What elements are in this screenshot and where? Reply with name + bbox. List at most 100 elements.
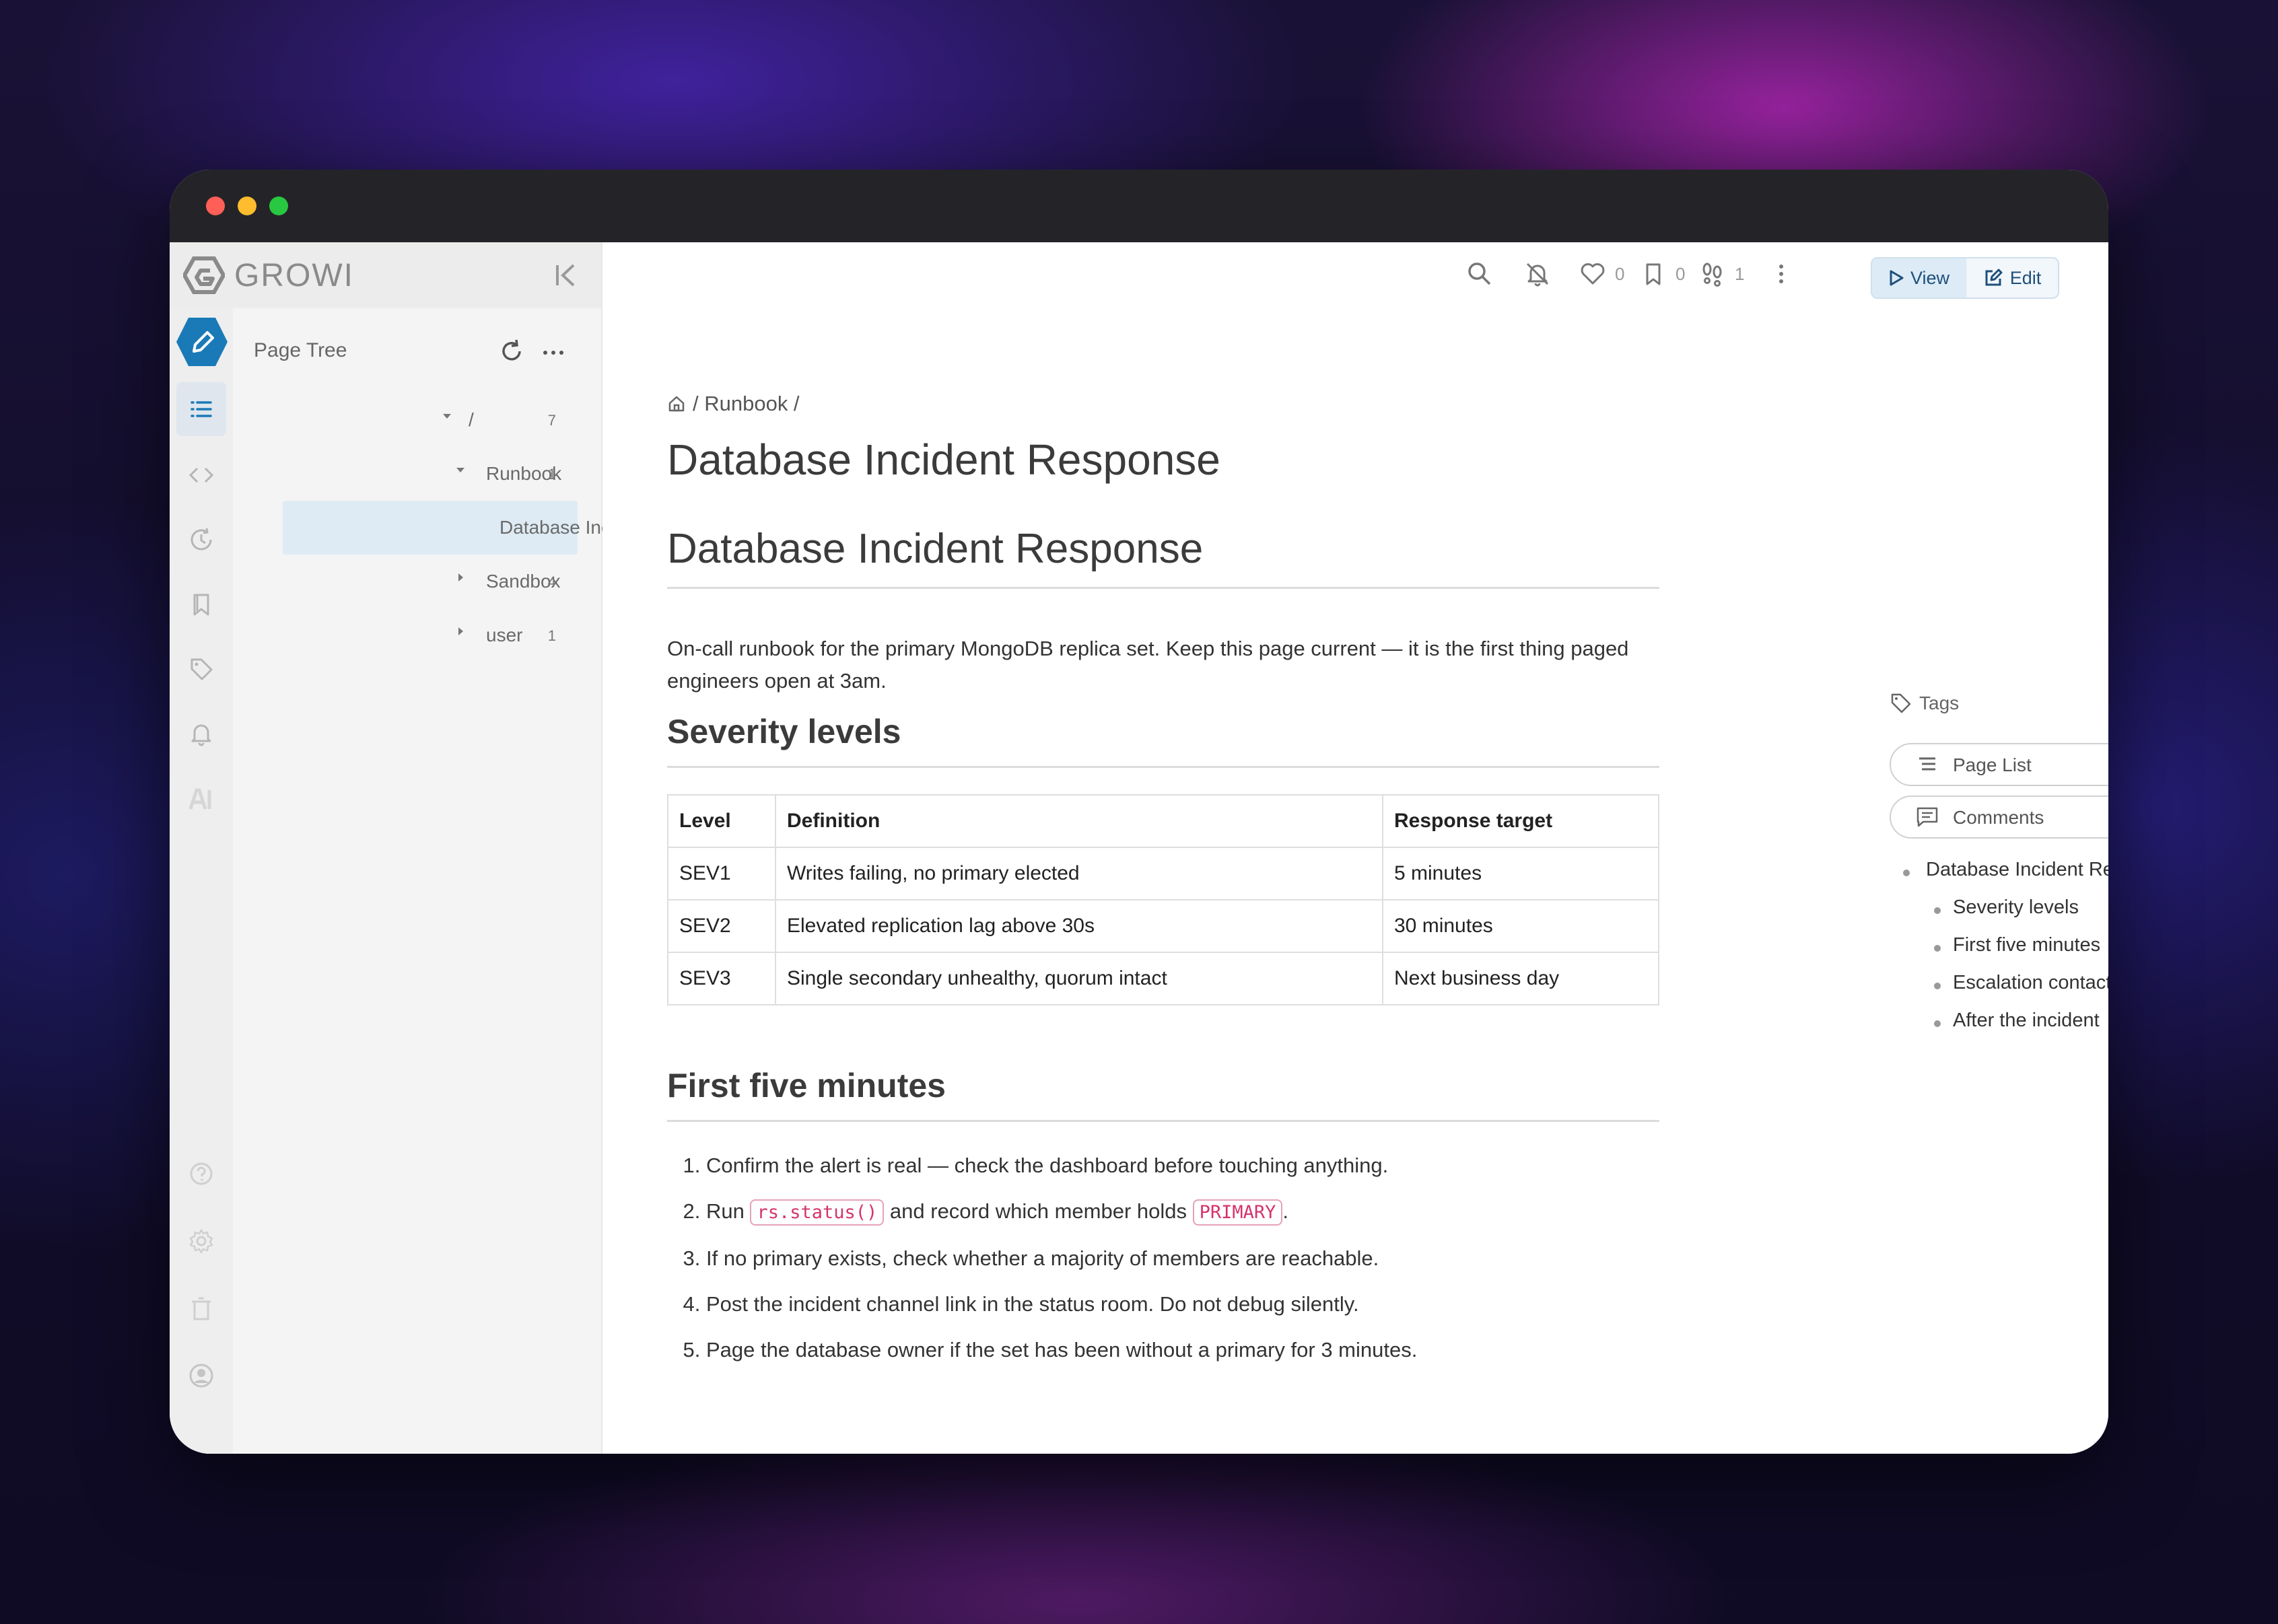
sidebar-item-page-tree[interactable] xyxy=(176,382,226,436)
bookmark-button[interactable]: 0 xyxy=(1639,257,1685,291)
inline-code: rs.status() xyxy=(750,1199,885,1226)
first-five-rule xyxy=(667,1120,1659,1122)
user-icon xyxy=(189,1364,213,1388)
tree-item-sandbox[interactable]: Sandbox 4 xyxy=(271,555,590,608)
sidebar-rail xyxy=(170,308,233,1454)
sidebar-item-bookmarks[interactable] xyxy=(170,577,233,631)
caret-down-icon[interactable] xyxy=(454,463,467,476)
sidebar-item-recent[interactable] xyxy=(170,513,233,567)
table-cell: 5 minutes xyxy=(1382,847,1659,901)
code-icon xyxy=(188,467,214,483)
sidebar-item-ai[interactable] xyxy=(170,773,233,826)
table-row: SEV2 Elevated replication lag above 30s … xyxy=(667,899,1659,953)
more-menu-button[interactable] xyxy=(1767,257,1795,291)
table-header-cell: Response target xyxy=(1382,794,1659,848)
table-cell: Elevated replication lag above 30s xyxy=(775,899,1383,953)
sidebar: GROWI Page Tree / 7 Runbook 1 Database S… xyxy=(170,242,727,1454)
seen-count: 1 xyxy=(1735,263,1745,284)
trash-icon xyxy=(192,1297,211,1320)
inline-code: PRIMARY xyxy=(1192,1199,1283,1226)
toc-item[interactable]: Database Incident Response xyxy=(1926,859,2108,881)
sidebar-item-custom[interactable] xyxy=(170,448,233,502)
tree-item-user[interactable]: user 1 xyxy=(271,608,590,662)
brand-name: GROWI xyxy=(234,258,354,293)
table-cell: 30 minutes xyxy=(1382,899,1659,953)
tree-item-label: user xyxy=(486,625,523,645)
edit-button-label: Edit xyxy=(2009,267,2042,288)
like-button[interactable]: 0 xyxy=(1579,257,1624,291)
toc-item[interactable]: Escalation contacts xyxy=(1953,972,2108,994)
edit-pencil-icon[interactable] xyxy=(175,315,229,369)
caret-right-icon[interactable] xyxy=(454,625,467,638)
sidebar-item-notifications[interactable] xyxy=(170,707,233,761)
search-button[interactable] xyxy=(1465,257,1494,291)
tree-item-runbook[interactable]: Runbook 1 xyxy=(271,447,590,501)
list-item: Confirm the alert is real — check the da… xyxy=(706,1143,1662,1189)
sidebar-item-account[interactable] xyxy=(170,1349,233,1403)
bookmark-icon xyxy=(1646,263,1661,285)
app-window: GROWI Page Tree / 7 Runbook 1 Database S… xyxy=(170,170,2108,1454)
collapse-sidebar-icon[interactable] xyxy=(552,261,580,289)
app-body: GROWI Page Tree / 7 Runbook 1 Database S… xyxy=(170,242,2108,1454)
toc-item[interactable]: Severity levels xyxy=(1953,896,2079,919)
step-text: Run xyxy=(706,1199,751,1223)
toc-bullet xyxy=(1934,983,1941,989)
sidebar-item-tags[interactable] xyxy=(170,642,233,696)
edit-button[interactable]: Edit xyxy=(1966,258,2058,297)
seen-users-button[interactable]: 1 xyxy=(1698,257,1744,291)
toc-item[interactable]: After the incident xyxy=(1953,1010,2100,1032)
toc-bullet xyxy=(1934,907,1941,914)
bell-off-icon xyxy=(1526,262,1549,287)
heart-icon xyxy=(1581,263,1605,285)
tree-item-label: / xyxy=(469,409,474,430)
caret-down-icon[interactable] xyxy=(440,409,454,423)
table-cell: Single secondary unhealthy, quorum intac… xyxy=(775,952,1383,1005)
ai-icon xyxy=(188,788,211,810)
minimize-window-button[interactable] xyxy=(238,197,256,215)
tree-item-root[interactable]: / 7 xyxy=(271,393,590,447)
maximize-window-button[interactable] xyxy=(269,197,288,215)
step-text: . xyxy=(1282,1199,1289,1223)
heading-rule xyxy=(667,587,1659,589)
tree-more-icon[interactable] xyxy=(540,338,567,365)
growi-logo-icon[interactable] xyxy=(183,256,225,295)
severity-rule xyxy=(667,766,1659,768)
bookmark-icon xyxy=(193,594,209,616)
severity-heading: Severity levels xyxy=(667,713,901,750)
toc-bullet xyxy=(1934,1020,1941,1027)
breadcrumb-path[interactable]: / Runbook / xyxy=(693,392,800,416)
table-header-row: Level Definition Response target xyxy=(667,794,1659,848)
view-button[interactable]: View xyxy=(1872,258,1966,297)
brand-bar: GROWI xyxy=(170,242,601,308)
page-tree-icon xyxy=(191,401,212,417)
tree-item-count: 1 xyxy=(547,466,556,483)
sidebar-item-help[interactable] xyxy=(170,1147,233,1201)
toc-item[interactable]: First five minutes xyxy=(1953,934,2100,956)
page-list-button[interactable]: Page List 1 xyxy=(1890,743,2108,786)
home-icon[interactable] xyxy=(667,394,686,413)
sidebar-item-trash[interactable] xyxy=(170,1281,233,1335)
tree-item-database-incident-response[interactable]: Database Incident Respo... xyxy=(283,501,727,555)
list-item: Run rs.status() and record which member … xyxy=(706,1189,1662,1236)
list-item: If no primary exists, check whether a ma… xyxy=(706,1236,1662,1281)
sidebar-item-settings[interactable] xyxy=(170,1214,233,1268)
edit-square-icon xyxy=(1985,269,2003,286)
subscribe-button[interactable] xyxy=(1523,257,1552,291)
tags-section[interactable]: Tags xyxy=(1890,692,1959,715)
page-tree-title: Page Tree xyxy=(254,339,347,361)
table-cell: SEV3 xyxy=(667,952,776,1005)
comments-button[interactable]: Comments 0 xyxy=(1890,796,2108,839)
bell-icon xyxy=(191,724,211,746)
caret-right-icon[interactable] xyxy=(454,571,467,584)
main-content: 0 0 1 View Edit / Runbook / Database Inc… xyxy=(602,242,2108,1454)
table-row: SEV3 Single secondary unhealthy, quorum … xyxy=(667,952,1659,1005)
recent-icon xyxy=(191,528,212,551)
search-icon xyxy=(1468,262,1491,285)
content-heading: Database Incident Response xyxy=(667,526,1204,572)
close-window-button[interactable] xyxy=(206,197,225,215)
gear-icon xyxy=(189,1229,213,1254)
table-cell: SEV2 xyxy=(667,899,776,953)
view-button-label: View xyxy=(1910,267,1950,288)
kebab-icon xyxy=(1779,264,1783,283)
reload-icon[interactable] xyxy=(498,338,525,365)
